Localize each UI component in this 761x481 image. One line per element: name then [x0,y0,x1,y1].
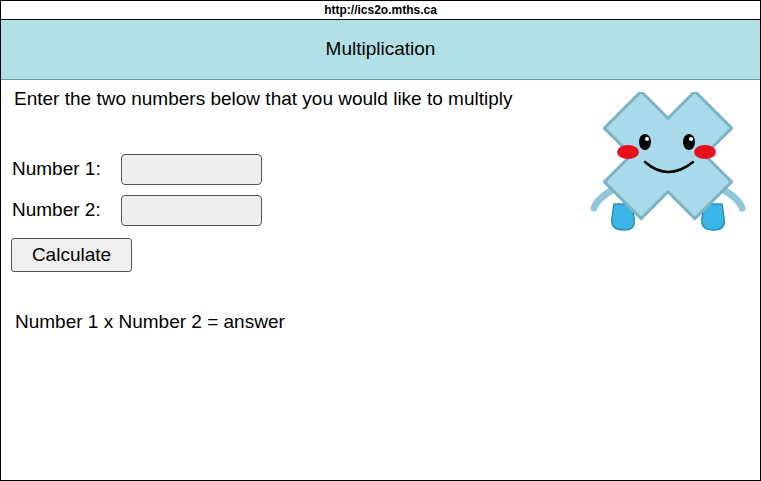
fields: Number 1: Number 2: [11,154,512,226]
field-row: Number 1: [11,154,512,185]
number-input[interactable] [121,195,262,226]
mascot [588,80,760,333]
header: Multiplication [1,20,760,80]
page: http://ics2o.mths.caMultiplication Enter … [0,0,761,481]
multiplication-mascot-icon [588,92,748,238]
instructions: Enter the two numbers below that you wou… [11,88,512,110]
content: Enter the two numbers below that you wou… [1,80,760,333]
field-label: Number 1: [11,155,121,184]
field-row: Number 2: [11,195,512,226]
form: Enter the two numbers below that you wou… [1,80,512,333]
result: Number 1 x Number 2 = answer [11,311,512,333]
url-bar: http://ics2o.mths.ca [1,1,760,20]
calculate-button[interactable]: Calculate [11,238,132,272]
field-label: Number 2: [11,196,121,225]
number-input[interactable] [121,154,262,185]
